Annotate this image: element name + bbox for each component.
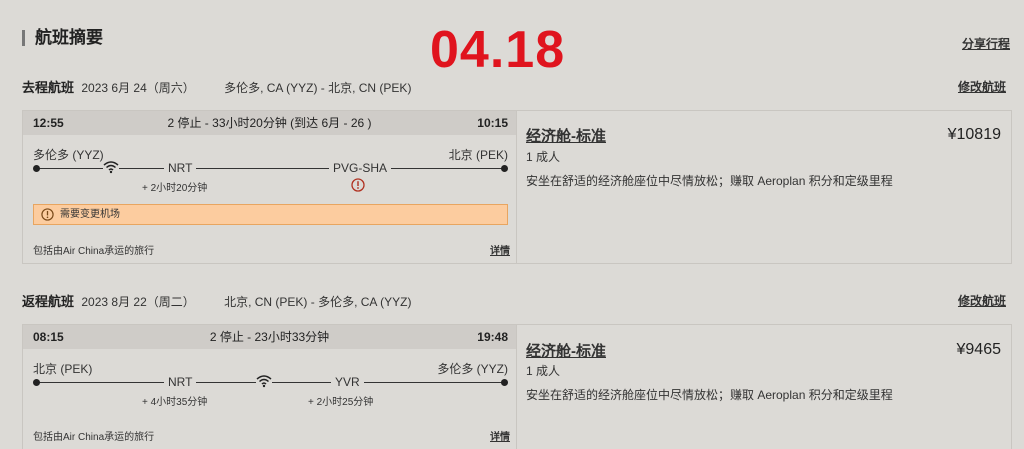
origin-city: 多伦多 (YYZ) [33, 148, 104, 162]
passenger-count: 1 成人 [526, 150, 561, 164]
fare-name-link[interactable]: 经济舱-标准 [526, 125, 606, 146]
outbound-itinerary: 12:55 2 停止 - 33小时20分钟 (到达 6月 - 26 ) 10:1… [23, 111, 517, 263]
wifi-icon [103, 160, 119, 179]
modify-outbound-link[interactable]: 修改航班 [958, 78, 1006, 95]
inbound-flight-card: 08:15 2 停止 - 23小时33分钟 19:48 北京 (PEK) 多伦多… [22, 324, 1012, 449]
layover-1: + 4小时35分钟 [142, 397, 208, 408]
destination-city: 北京 (PEK) [448, 148, 508, 162]
stop-code-1: NRT [164, 161, 197, 175]
inbound-itinerary: 08:15 2 停止 - 23小时33分钟 19:48 北京 (PEK) 多伦多… [23, 325, 517, 449]
fare-price: ¥9465 [956, 341, 1002, 358]
stop-code-1: NRT [164, 375, 197, 389]
inbound-date: 2023 8月 22（周二） [81, 295, 195, 309]
fare-description: 安坐在舒适的经济舱座位中尽情放松；赚取 Aeroplan 积分和定级里程 [526, 174, 893, 188]
stop-code-2: PVG-SHA [329, 161, 392, 175]
destination-city: 多伦多 (YYZ) [437, 362, 508, 376]
origin-city: 北京 (PEK) [33, 362, 93, 376]
destination-dot [501, 165, 508, 172]
fare-description: 安坐在舒适的经济舱座位中尽情放松；赚取 Aeroplan 积分和定级里程 [526, 388, 893, 402]
operated-by: 包括由Air China承运的旅行 [33, 246, 155, 257]
outbound-label: 去程航班 [22, 80, 75, 95]
flight-summary: 2 停止 - 33小时20分钟 (到达 6月 - 26 ) [167, 116, 372, 130]
inbound-label: 返程航班 [22, 294, 75, 309]
outbound-route: 多伦多, CA (YYZ) - 北京, CN (PEK) [224, 81, 412, 95]
outbound-time-bar: 12:55 2 停止 - 33小时20分钟 (到达 6月 - 26 ) 10:1… [23, 111, 516, 135]
origin-dot [33, 379, 40, 386]
notice-text: 需要变更机场 [60, 209, 120, 220]
inbound-route: 北京, CN (PEK) - 多伦多, CA (YYZ) [224, 295, 412, 309]
warning-icon [41, 208, 54, 228]
arrival-time: 19:48 [477, 330, 508, 344]
warning-icon [351, 178, 365, 197]
layover-1: + 2小时20分钟 [142, 183, 208, 194]
fare-price: ¥10819 [947, 126, 1001, 143]
date-stamp: 04.18 [430, 21, 566, 79]
page-title: 航班摘要 [22, 29, 103, 46]
operated-by: 包括由Air China承运的旅行 [33, 432, 155, 443]
outbound-header: 去程航班 2023 6月 24（周六） 多伦多, CA (YYZ) - 北京, … [22, 77, 411, 96]
details-link[interactable]: 详情 [490, 242, 510, 257]
outbound-flight-card: 12:55 2 停止 - 33小时20分钟 (到达 6月 - 26 ) 10:1… [22, 110, 1012, 264]
airport-change-notice: 需要变更机场 [33, 204, 508, 225]
fare-name-link[interactable]: 经济舱-标准 [526, 340, 606, 361]
inbound-header: 返程航班 2023 8月 22（周二） 北京, CN (PEK) - 多伦多, … [22, 291, 411, 310]
details-link[interactable]: 详情 [490, 428, 510, 443]
modify-inbound-link[interactable]: 修改航班 [958, 292, 1006, 309]
stop-code-2: YVR [331, 375, 364, 389]
flight-summary: 2 停止 - 23小时33分钟 [209, 330, 330, 344]
inbound-time-bar: 08:15 2 停止 - 23小时33分钟 19:48 [23, 325, 516, 349]
origin-dot [33, 165, 40, 172]
share-trip-link[interactable]: 分享行程 [962, 35, 1010, 52]
outbound-date: 2023 6月 24（周六） [81, 81, 195, 95]
passenger-count: 1 成人 [526, 364, 561, 378]
layover-2: + 2小时25分钟 [308, 397, 374, 408]
arrival-time: 10:15 [477, 116, 508, 130]
wifi-icon [256, 374, 272, 393]
destination-dot [501, 379, 508, 386]
